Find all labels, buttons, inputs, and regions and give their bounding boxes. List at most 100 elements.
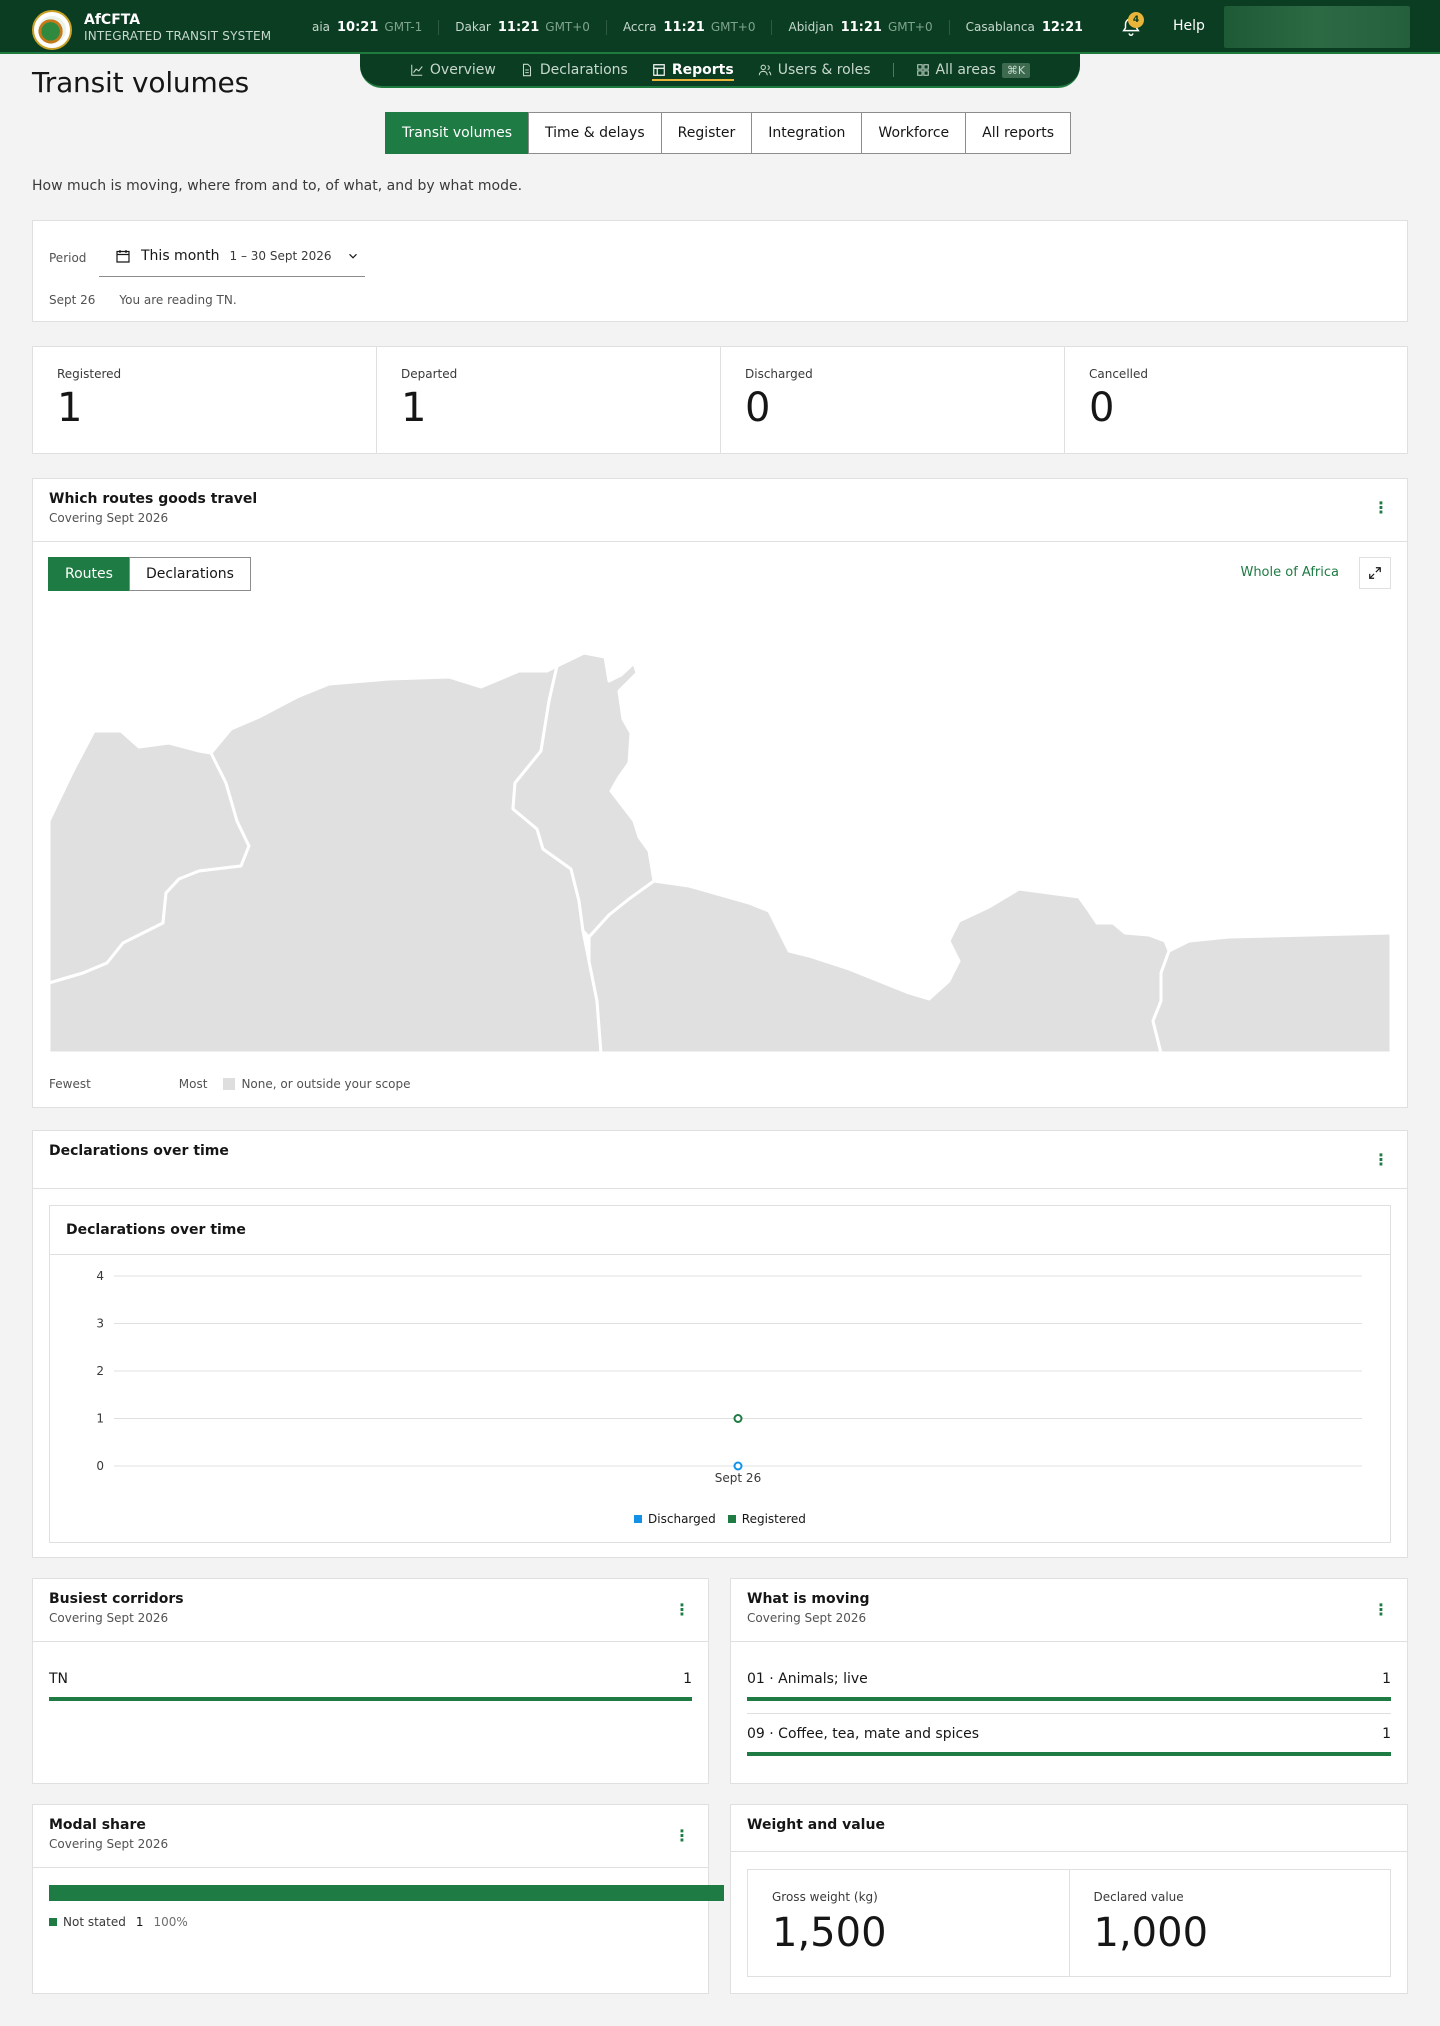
declarations-chart: 0 1 2 3 4 Sept 26 [96, 1269, 1362, 1485]
row-divider [747, 1713, 1391, 1714]
clock-tz: GMT-1 [384, 19, 423, 34]
map-scope-link[interactable]: Whole of Africa [1240, 565, 1339, 580]
timeline-card: Declarations over time ⋮ Declarations ov… [32, 1130, 1408, 1558]
nav-divider [892, 63, 894, 77]
clock-city: Praia [312, 19, 330, 34]
y-tick-label: 1 [96, 1412, 104, 1426]
bar-fill [49, 1697, 692, 1701]
nav-reports[interactable]: Reports [640, 53, 746, 87]
modal-share-card: Modal share Covering Sept 2026 ⋮ Not sta… [32, 1804, 724, 1994]
card-divider [33, 1641, 708, 1642]
legend-swatch [49, 1918, 57, 1926]
overflow-menu-icon[interactable]: ⋮ [1371, 1599, 1391, 1619]
legend-none-swatch [223, 1078, 236, 1090]
modal-share-bar[interactable] [49, 1885, 724, 1901]
routes-card-header: Which routes goods travel Covering Sept … [49, 491, 257, 525]
tile-label: Declared value [1093, 1890, 1184, 1904]
period-selector[interactable]: This month 1 – 30 Sept 2026 [99, 235, 365, 277]
overflow-menu-icon[interactable]: ⋮ [1371, 497, 1391, 517]
grid-icon [916, 64, 929, 76]
timeline-card-header: Declarations over time [49, 1143, 229, 1159]
document-icon [522, 63, 531, 77]
world-clocks: Praia 10:21 GMT-1 Dakar 11:21 GMT+0 Accra 11:… [312, 0, 1082, 54]
data-point-registered[interactable] [733, 1414, 743, 1423]
bar-track [747, 1752, 1391, 1756]
clock-casablanca: Casablanca 12:21 [948, 19, 1082, 35]
afcfta-logo[interactable] [32, 10, 72, 50]
x-tick-label: Sept 26 [715, 1471, 761, 1485]
moving-card-header: What is moving Covering Sept 2026 [747, 1591, 870, 1625]
tab-integration[interactable]: Integration [751, 112, 863, 154]
map-country-libya [587, 879, 1171, 1053]
app-name: AfCFTA [84, 12, 141, 28]
kpi-cancelled: Cancelled 0 [1065, 347, 1407, 453]
period-note-text: You are reading TN. [119, 293, 237, 307]
tab-register[interactable]: Register [660, 112, 753, 154]
period-note: Sept 26 You are reading TN. [49, 293, 237, 307]
clock-abidjan: Abidjan 11:21 GMT+0 [771, 19, 948, 35]
card-subtitle: Covering Sept 2026 [49, 511, 169, 525]
kpi-discharged: Discharged 0 [721, 347, 1065, 453]
nav-all-areas[interactable]: All areas ⌘K [904, 53, 1043, 87]
chart-legend: Discharged Registered [50, 1512, 1390, 1526]
page-title: Transit volumes [32, 66, 249, 99]
card-subtitle: Covering Sept 2026 [49, 1837, 169, 1851]
nav-users[interactable]: Users & roles [746, 53, 883, 87]
card-divider [731, 1851, 1407, 1852]
nav-users-label: Users & roles [777, 62, 871, 78]
toggle-routes[interactable]: Routes [48, 557, 130, 591]
clock-time: 11:21 [497, 19, 540, 35]
users-icon [758, 64, 771, 76]
legend-label: Not stated [63, 1915, 126, 1929]
bar-value: 1 [1382, 1671, 1391, 1687]
overflow-menu-icon[interactable]: ⋮ [672, 1825, 692, 1845]
bar-row: 09 · Coffee, tea, mate and spices 1 [747, 1726, 1391, 1742]
help-link[interactable]: Help [1173, 18, 1205, 34]
commodity-row[interactable]: 01 · Animals; live 1 [747, 1671, 1391, 1701]
y-tick-label: 2 [96, 1364, 104, 1378]
commodity-row[interactable]: 09 · Coffee, tea, mate and spices 1 [747, 1726, 1391, 1756]
expand-icon [1369, 567, 1381, 579]
user-menu[interactable] [1224, 6, 1410, 48]
data-point-discharged[interactable] [733, 1461, 743, 1471]
legend-most: Most [178, 1077, 208, 1091]
nav-declarations[interactable]: Declarations [508, 53, 640, 87]
tab-time-delays[interactable]: Time & delays [527, 112, 662, 154]
tab-workforce[interactable]: Workforce [861, 112, 967, 154]
chart-divider [50, 1254, 1390, 1255]
corridors-card: Busiest corridors Covering Sept 2026 ⋮ T… [32, 1578, 709, 1784]
expand-button[interactable] [1359, 557, 1391, 589]
kpi-label: Registered [57, 367, 122, 381]
bar-fill [747, 1752, 1391, 1756]
toggle-declarations[interactable]: Declarations [128, 557, 251, 591]
kpi-label: Cancelled [1089, 367, 1148, 381]
clock-time: 11:21 [840, 19, 882, 35]
routes-map[interactable] [49, 601, 1391, 1053]
tab-all-reports[interactable]: All reports [965, 112, 1071, 154]
kpi-value: 1 [57, 385, 83, 431]
clock-city: Accra [622, 19, 657, 34]
legend-label: Discharged [648, 1512, 716, 1526]
app-subtitle: INTEGRATED TRANSIT SYSTEM [84, 29, 272, 43]
bar-label: 01 · Animals; live [747, 1671, 868, 1687]
clock-tz: GMT+0 [545, 19, 590, 34]
clock-time: 10:21 [337, 19, 379, 35]
overflow-menu-icon[interactable]: ⋮ [1371, 1149, 1391, 1169]
clock-praia: Praia 10:21 GMT-1 [312, 20, 438, 35]
kpi-row: Registered 1 Departed 1 Discharged 0 Can… [32, 346, 1408, 454]
map-legend: Fewest Most None, or outside your scope [49, 1077, 411, 1091]
card-title: Modal share [49, 1817, 146, 1833]
modal-share-legend: Not stated 1 100% [49, 1915, 188, 1929]
wv-card-header: Weight and value [747, 1817, 885, 1833]
logo-emblem [38, 16, 66, 44]
corridors-card-header: Busiest corridors Covering Sept 2026 [49, 1591, 184, 1625]
nav-overview[interactable]: Overview [398, 53, 508, 87]
clock-tz: GMT+0 [887, 19, 933, 34]
tab-transit-volumes[interactable]: Transit volumes [385, 112, 529, 154]
routes-toggle: Routes Declarations [48, 557, 251, 591]
overflow-menu-icon[interactable]: ⋮ [672, 1599, 692, 1619]
chart-line-icon [411, 64, 423, 76]
kpi-departed: Departed 1 [377, 347, 721, 453]
brand: AfCFTA INTEGRATED TRANSIT SYSTEM [84, 12, 271, 44]
corridor-row[interactable]: TN 1 [49, 1671, 692, 1701]
